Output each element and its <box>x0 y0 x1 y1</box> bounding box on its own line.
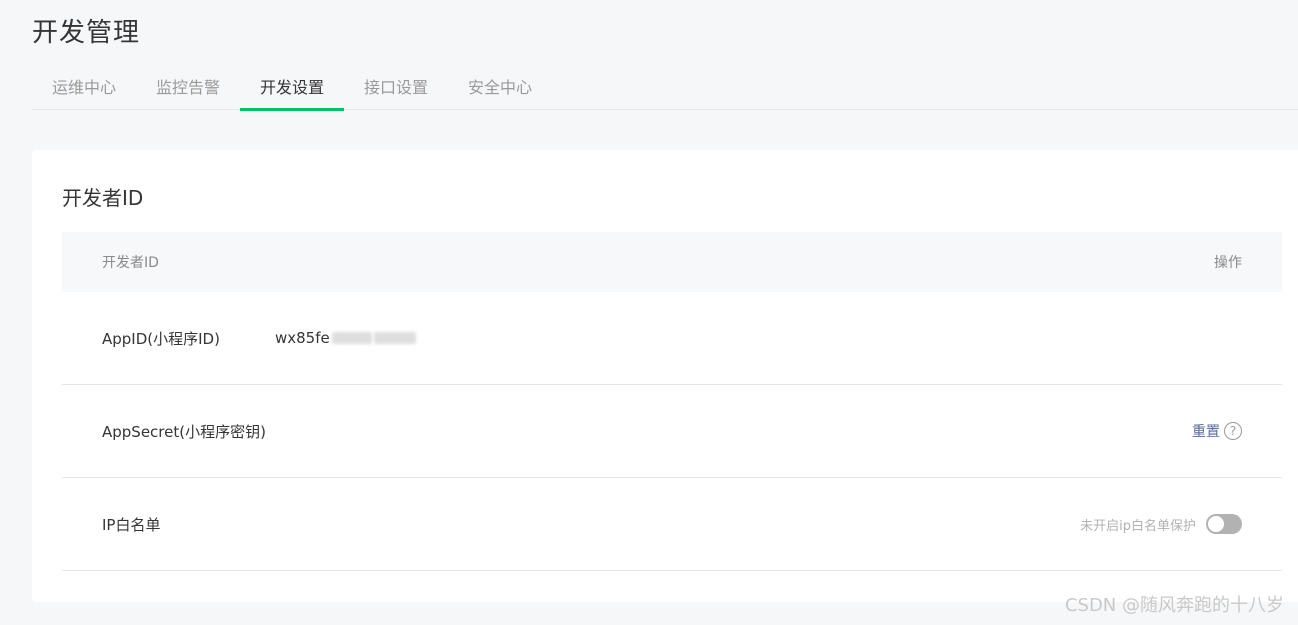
appid-value: wx85fe <box>275 329 416 347</box>
table-row-ip-whitelist: IP白名单 未开启ip白名单保护 <box>62 478 1282 571</box>
toggle-knob <box>1208 516 1224 532</box>
ip-whitelist-status: 未开启ip白名单保护 <box>1080 518 1196 534</box>
tab-ops-center[interactable]: 运维中心 <box>32 70 136 110</box>
question-circle-icon[interactable]: ? <box>1224 422 1242 440</box>
table-header: 开发者ID 操作 <box>62 232 1282 292</box>
redacted-blur <box>331 332 372 344</box>
ip-whitelist-label: IP白名单 <box>102 515 161 534</box>
header-actions: 操作 <box>1214 255 1242 271</box>
table-row-appid: AppID(小程序ID) wx85fe <box>62 292 1282 385</box>
tab-bar: 运维中心 监控告警 开发设置 接口设置 安全中心 <box>32 70 1298 111</box>
redacted-blur <box>373 332 416 344</box>
page-title: 开发管理 <box>32 18 141 48</box>
watermark: CSDN @随风奔跑的十八岁 <box>1064 595 1284 616</box>
appsecret-label: AppSecret(小程序密钥) <box>102 422 266 441</box>
tab-api-settings[interactable]: 接口设置 <box>344 70 448 110</box>
tab-dev-settings[interactable]: 开发设置 <box>240 70 344 111</box>
card-title: 开发者ID <box>62 186 144 210</box>
developer-id-table: 开发者ID 操作 AppID(小程序ID) wx85fe AppSecret(小… <box>62 232 1282 571</box>
header-developer-id: 开发者ID <box>102 255 159 271</box>
appid-label: AppID(小程序ID) <box>102 329 220 348</box>
table-row-appsecret: AppSecret(小程序密钥) 重置 ? <box>62 385 1282 478</box>
ip-whitelist-toggle[interactable] <box>1206 514 1242 534</box>
reset-secret-link[interactable]: 重置 <box>1192 421 1220 441</box>
tab-monitoring-alerts[interactable]: 监控告警 <box>136 70 240 110</box>
tab-security-center[interactable]: 安全中心 <box>448 70 552 110</box>
developer-id-card: 开发者ID 开发者ID 操作 AppID(小程序ID) wx85fe AppSe… <box>32 150 1298 602</box>
